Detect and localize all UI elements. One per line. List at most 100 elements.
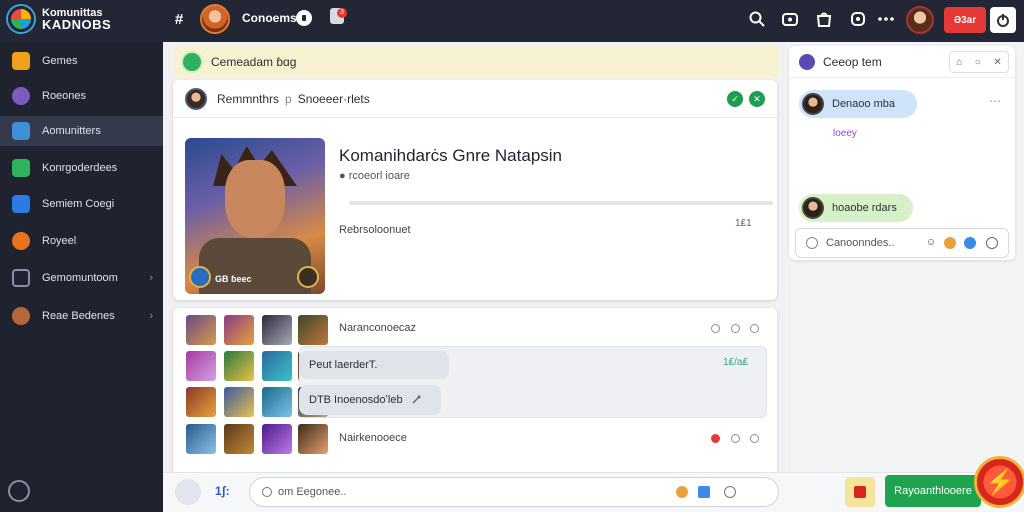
reviews-avatar-icon [12, 307, 30, 325]
shield-icon[interactable] [850, 11, 866, 27]
chat-message[interactable]: Denaoo mba [799, 90, 917, 118]
gift-icon [854, 486, 866, 498]
thumbnail[interactable] [262, 387, 292, 417]
hash-icon[interactable]: # [170, 10, 188, 28]
thumbnail[interactable] [186, 387, 216, 417]
message-text: Denaoo mba [832, 98, 895, 110]
thumbnail[interactable] [224, 424, 254, 454]
bottom-bar: 1ʃ: om Eegonee.. Rayoanthlooere [163, 472, 1024, 512]
thumbnail[interactable] [224, 351, 254, 381]
more-icon[interactable] [878, 14, 894, 24]
red-action-button[interactable]: Ə3ar [944, 7, 986, 33]
chevron-right-icon: › [149, 310, 153, 322]
sender-avatar [802, 93, 824, 115]
app-logo-icon[interactable] [8, 6, 34, 32]
status-dot-icon[interactable] [750, 324, 759, 333]
announcement-banner[interactable]: Cemeadam ɓɑg [173, 46, 779, 78]
thumbnail[interactable] [224, 315, 254, 345]
chevron-right-icon: › [149, 272, 153, 284]
sidebar-item-store[interactable]: Konrgoderdees [0, 153, 163, 183]
post-header: Remmnthrs p Snoeeer·rlets ✓ ✕ [173, 80, 777, 118]
search-icon[interactable]: ○ [975, 57, 981, 68]
message-bubble[interactable]: Peut laerderT. [299, 351, 449, 379]
message-composer[interactable]: om Eegonee.. [249, 477, 779, 507]
status-dot-icon[interactable] [731, 324, 740, 333]
message-bubble[interactable]: DTB Inoenosdoʼleb [299, 385, 441, 415]
profile-avatar[interactable] [906, 6, 934, 34]
chat-header-controls: ⌂ ○ ✕ [949, 51, 1009, 73]
chat-box: Ceeop tem ⌂ ○ ✕ Denaoo mba ⋯ loeey hoaob… [789, 46, 1015, 260]
author-avatar[interactable] [185, 87, 207, 110]
shield-icon [12, 195, 30, 213]
game-hero-image[interactable]: GB ɓeec [185, 138, 325, 294]
hero-label: GB ɓeec [215, 274, 252, 284]
channel-icon [799, 53, 815, 70]
sidebar-item-security[interactable]: Semiem Coegi [0, 189, 163, 219]
main-content: Cemeadam ɓɑg Remmnthrs p Snoeeer·rlets ✓… [163, 42, 783, 512]
rank-badge-icon [189, 266, 211, 288]
brand-name: Komunittas KADNOBS [42, 7, 112, 32]
chat-icon[interactable] [296, 10, 312, 26]
pin-icon [412, 395, 421, 404]
image-icon[interactable] [698, 486, 710, 498]
friends-avatar-icon [12, 87, 30, 105]
sidebar-item-games[interactable]: Gemes [0, 46, 163, 76]
sidebar-item-reviews[interactable]: Reae Bedenes › [0, 301, 163, 331]
settings-button[interactable] [990, 7, 1016, 33]
status-dot-icon[interactable] [711, 324, 720, 333]
author-name: Remmnthrs [217, 91, 280, 106]
thumbnail[interactable] [224, 387, 254, 417]
chat-input[interactable]: Canoonndes.. ☺ [795, 228, 1009, 258]
user-avatar[interactable] [200, 4, 230, 34]
status-dot-icon[interactable] [731, 434, 740, 443]
thumbnail[interactable] [186, 351, 216, 381]
emoji-icon[interactable] [676, 486, 688, 498]
gif-icon[interactable] [964, 237, 976, 249]
close-icon[interactable]: ✕ [993, 57, 1001, 68]
sender-avatar [802, 197, 824, 219]
search-icon[interactable] [749, 11, 765, 27]
lock-icon[interactable]: ⌂ [956, 57, 962, 68]
forum-icon [12, 269, 30, 287]
send-button[interactable]: Rayoanthlooere [885, 475, 981, 507]
sticker-icon[interactable] [944, 237, 956, 249]
bag-icon[interactable] [816, 11, 832, 27]
gift-button[interactable] [845, 477, 875, 507]
share-icon[interactable]: ✕ [749, 91, 765, 107]
grid-icon[interactable] [782, 11, 798, 27]
chat-message[interactable]: hoaobe rdars [799, 194, 913, 222]
communities-icon [12, 122, 30, 140]
more-icon[interactable]: ⋯ [989, 94, 1001, 108]
thread-row-label: Nairkenooece [339, 432, 407, 444]
thumbnail[interactable] [298, 424, 328, 454]
sidebar-item-friends[interactable]: Roeones [0, 81, 163, 111]
emoji-icon[interactable]: ☺ [926, 237, 938, 249]
post-time: 1₤1 [735, 218, 752, 229]
like-reaction-icon[interactable] [175, 479, 201, 505]
search-icon [262, 487, 272, 497]
post-card: Remmnthrs p Snoeeer·rlets ✓ ✕ GB ɓeec Ko… [173, 80, 777, 300]
sidebar-item-communities[interactable]: Aomunitters [0, 116, 163, 146]
status-dot-icon[interactable] [750, 434, 759, 443]
thumbnail[interactable] [262, 315, 292, 345]
thumbnail[interactable] [262, 351, 292, 381]
thumbnail[interactable] [298, 315, 328, 345]
thumbnail[interactable] [186, 424, 216, 454]
thumbnail[interactable] [186, 315, 216, 345]
like-icon[interactable]: ✓ [727, 91, 743, 107]
message-sub: loeey [833, 128, 857, 139]
mic-icon[interactable] [724, 486, 736, 498]
attach-icon[interactable] [806, 237, 818, 249]
post-subtitle: ● rcoeorl ioare [339, 170, 410, 182]
announcement-icon [183, 53, 201, 71]
alert-dot-icon[interactable] [711, 434, 720, 443]
separator: p [285, 91, 292, 106]
post-description: Rebrsoloonuet [339, 224, 411, 236]
help-icon[interactable] [8, 480, 30, 502]
sidebar-item-royal[interactable]: Royeel [0, 226, 163, 256]
sidebar-item-forum[interactable]: Gemomuntoom › [0, 263, 163, 293]
thumbnail[interactable] [262, 424, 292, 454]
hero-face [225, 160, 285, 238]
game-launcher-button[interactable]: ⚡ [974, 456, 1024, 508]
mic-icon[interactable] [986, 237, 998, 249]
